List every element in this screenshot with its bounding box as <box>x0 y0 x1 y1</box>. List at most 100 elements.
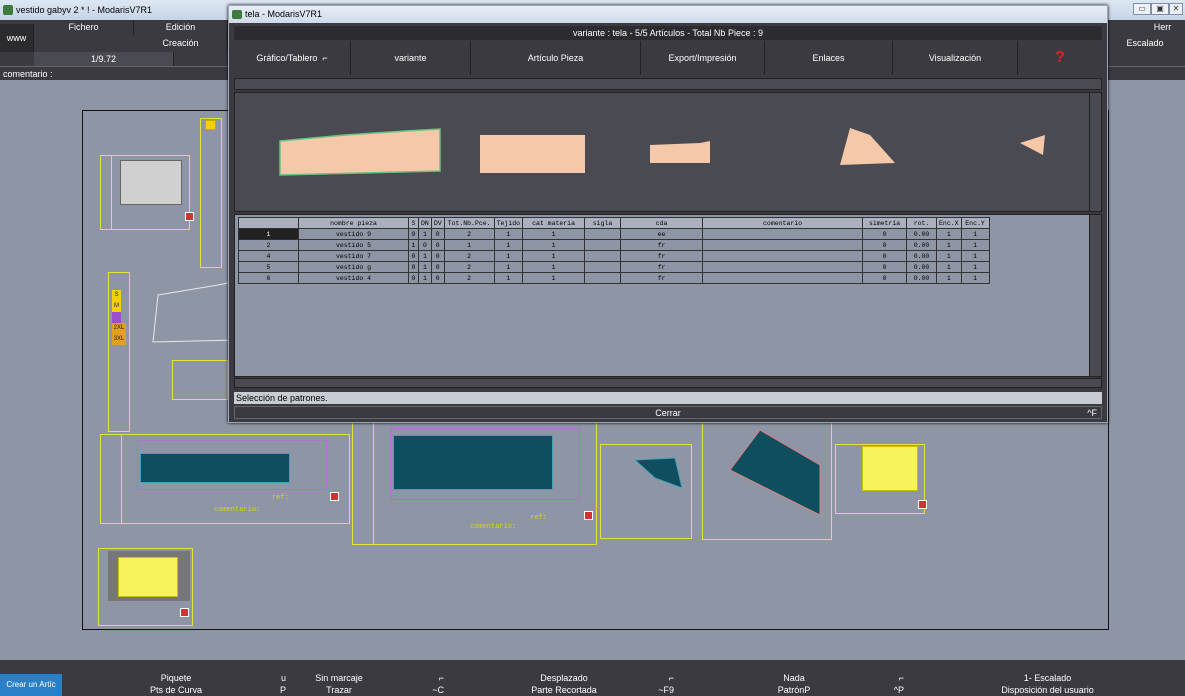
close-icon[interactable]: ✕ <box>1169 3 1183 15</box>
tab-visualizacion[interactable]: Visualización <box>893 41 1018 75</box>
table-cell[interactable]: 4 <box>238 250 299 262</box>
canvas-horizontal-scrollbar[interactable] <box>0 660 1185 671</box>
table-cell[interactable]: 1 <box>493 239 524 251</box>
table-header-cell[interactable]: simetría <box>862 217 908 229</box>
teal-piece[interactable] <box>393 435 553 490</box>
table-header-cell[interactable]: sigla <box>584 217 622 229</box>
table-cell[interactable]: 0 <box>408 228 419 240</box>
table-header-cell[interactable]: cda <box>620 217 704 229</box>
tab-articulo-pieza[interactable]: Artículo Pieza <box>471 41 641 75</box>
bottom-option[interactable]: Desplazado ⌐ <box>450 672 678 684</box>
table-cell[interactable]: 0 <box>430 261 445 273</box>
table-cell[interactable]: 0 <box>862 261 908 273</box>
tab-grafico-tablero[interactable]: Gráfico/Tablero ⌐ <box>234 41 351 75</box>
table-header-cell[interactable]: DN <box>418 217 432 229</box>
table-cell[interactable]: vestido 4 <box>298 272 409 284</box>
table-cell[interactable]: 1 <box>238 228 299 240</box>
teal-piece[interactable] <box>630 450 690 495</box>
table-cell[interactable]: 1 <box>936 250 962 262</box>
table-cell[interactable]: ee <box>620 228 704 240</box>
table-cell[interactable]: 0 <box>862 272 908 284</box>
bottom-option[interactable]: Parte Recortada ~F9 <box>450 684 678 696</box>
table-cell[interactable]: fr <box>620 261 704 273</box>
menu-fichero[interactable]: Fichero <box>34 20 134 35</box>
table-cell[interactable]: 1 <box>960 261 990 273</box>
table-cell[interactable]: 1 <box>936 239 962 251</box>
horizontal-scrollbar[interactable] <box>234 378 1102 388</box>
table-cell[interactable]: 1 <box>522 272 586 284</box>
bottom-option[interactable]: 1- Escalado <box>910 672 1185 684</box>
table-cell[interactable]: vestido g <box>298 261 409 273</box>
table-header-cell[interactable]: comentario <box>702 217 864 229</box>
crear-articulo-button[interactable]: Crear un Artíc <box>0 674 62 696</box>
table-cell[interactable]: fr <box>620 239 704 251</box>
help-icon[interactable]: ? <box>1018 41 1102 75</box>
table-header-cell[interactable]: Enc.Y <box>960 217 990 229</box>
bottom-option[interactable]: PatrónP ^P <box>680 684 908 696</box>
table-cell[interactable]: 0.00 <box>906 250 938 262</box>
table-header-cell[interactable]: cat materia <box>522 217 586 229</box>
table-cell[interactable]: 1 <box>960 239 990 251</box>
table-cell[interactable] <box>584 272 622 284</box>
minimize-icon[interactable]: ▭ <box>1133 3 1151 15</box>
menu-herr[interactable]: Herr <box>1140 20 1185 35</box>
bottom-option[interactable]: Sin marcaje ⌐ <box>230 672 448 684</box>
table-cell[interactable]: 1 <box>418 228 432 240</box>
tab-variante[interactable]: variante <box>351 41 471 75</box>
table-cell[interactable]: 1 <box>493 261 524 273</box>
table-cell[interactable] <box>702 228 864 240</box>
menu-creacion[interactable]: Creación <box>134 36 228 51</box>
table-cell[interactable]: 2 <box>443 261 495 273</box>
preview-piece[interactable] <box>650 141 710 163</box>
table-cell[interactable]: 1 <box>418 272 432 284</box>
table-cell[interactable] <box>584 228 622 240</box>
table-header-cell[interactable]: Tejido <box>493 217 524 229</box>
table-cell[interactable]: 0 <box>862 228 908 240</box>
table-cell[interactable]: 5 <box>238 261 299 273</box>
preview-piece[interactable] <box>480 135 585 173</box>
tab-enlaces[interactable]: Enlaces <box>765 41 893 75</box>
teal-piece[interactable] <box>725 425 825 525</box>
table-cell[interactable]: vestido 7 <box>298 250 409 262</box>
table-cell[interactable]: 0.00 <box>906 272 938 284</box>
bottom-option[interactable]: Nada ⌐ <box>680 672 908 684</box>
table-cell[interactable]: 1 <box>522 239 586 251</box>
table-row[interactable]: 4 vestido 7 0 1 0 2 1 1 fr 0 0.00 1 1 <box>238 250 990 262</box>
table-cell[interactable]: 1 <box>522 228 586 240</box>
table-cell[interactable]: 0.00 <box>906 239 938 251</box>
menu-www[interactable]: www <box>0 24 34 52</box>
tab-export-impresion[interactable]: Export/Impresión <box>641 41 765 75</box>
table-cell[interactable] <box>702 261 864 273</box>
table-cell[interactable]: 1 <box>936 272 962 284</box>
menu-escalado[interactable]: Escalado <box>1105 36 1185 51</box>
teal-piece[interactable] <box>140 453 290 483</box>
table-header-cell[interactable] <box>238 217 299 229</box>
table-cell[interactable]: 0 <box>430 250 445 262</box>
table-cell[interactable]: 1 <box>408 239 419 251</box>
table-cell[interactable]: 1 <box>443 239 495 251</box>
table-cell[interactable]: 1 <box>522 261 586 273</box>
table-cell[interactable]: 0 <box>408 261 419 273</box>
table-header-cell[interactable]: S <box>408 217 419 229</box>
table-cell[interactable]: 1 <box>960 228 990 240</box>
table-header-cell[interactable]: Enc.X <box>936 217 962 229</box>
table-cell[interactable] <box>702 239 864 251</box>
table-header-cell[interactable]: Tot.Nb.Pce. <box>443 217 495 229</box>
table-cell[interactable]: 0 <box>430 228 445 240</box>
table-cell[interactable]: 1 <box>493 228 524 240</box>
table-cell[interactable]: 0 <box>862 250 908 262</box>
table-cell[interactable]: vestido 9 <box>298 228 409 240</box>
table-cell[interactable]: 2 <box>443 250 495 262</box>
table-cell[interactable]: 1 <box>936 261 962 273</box>
table-cell[interactable] <box>702 272 864 284</box>
bottom-option[interactable]: Disposición del usuario <box>910 684 1185 696</box>
table-cell[interactable]: 2 <box>238 239 299 251</box>
table-cell[interactable]: 0 <box>408 272 419 284</box>
table-header-cell[interactable]: nombre pieza <box>298 217 409 229</box>
preview-scrollbar[interactable] <box>1089 93 1101 211</box>
table-cell[interactable]: 1 <box>936 228 962 240</box>
table-cell[interactable] <box>702 250 864 262</box>
table-scrollbar[interactable] <box>1089 215 1101 376</box>
table-row[interactable]: 5 vestido g 0 1 0 2 1 1 fr 0 0.00 1 1 <box>238 261 990 273</box>
table-cell[interactable]: 1 <box>493 272 524 284</box>
